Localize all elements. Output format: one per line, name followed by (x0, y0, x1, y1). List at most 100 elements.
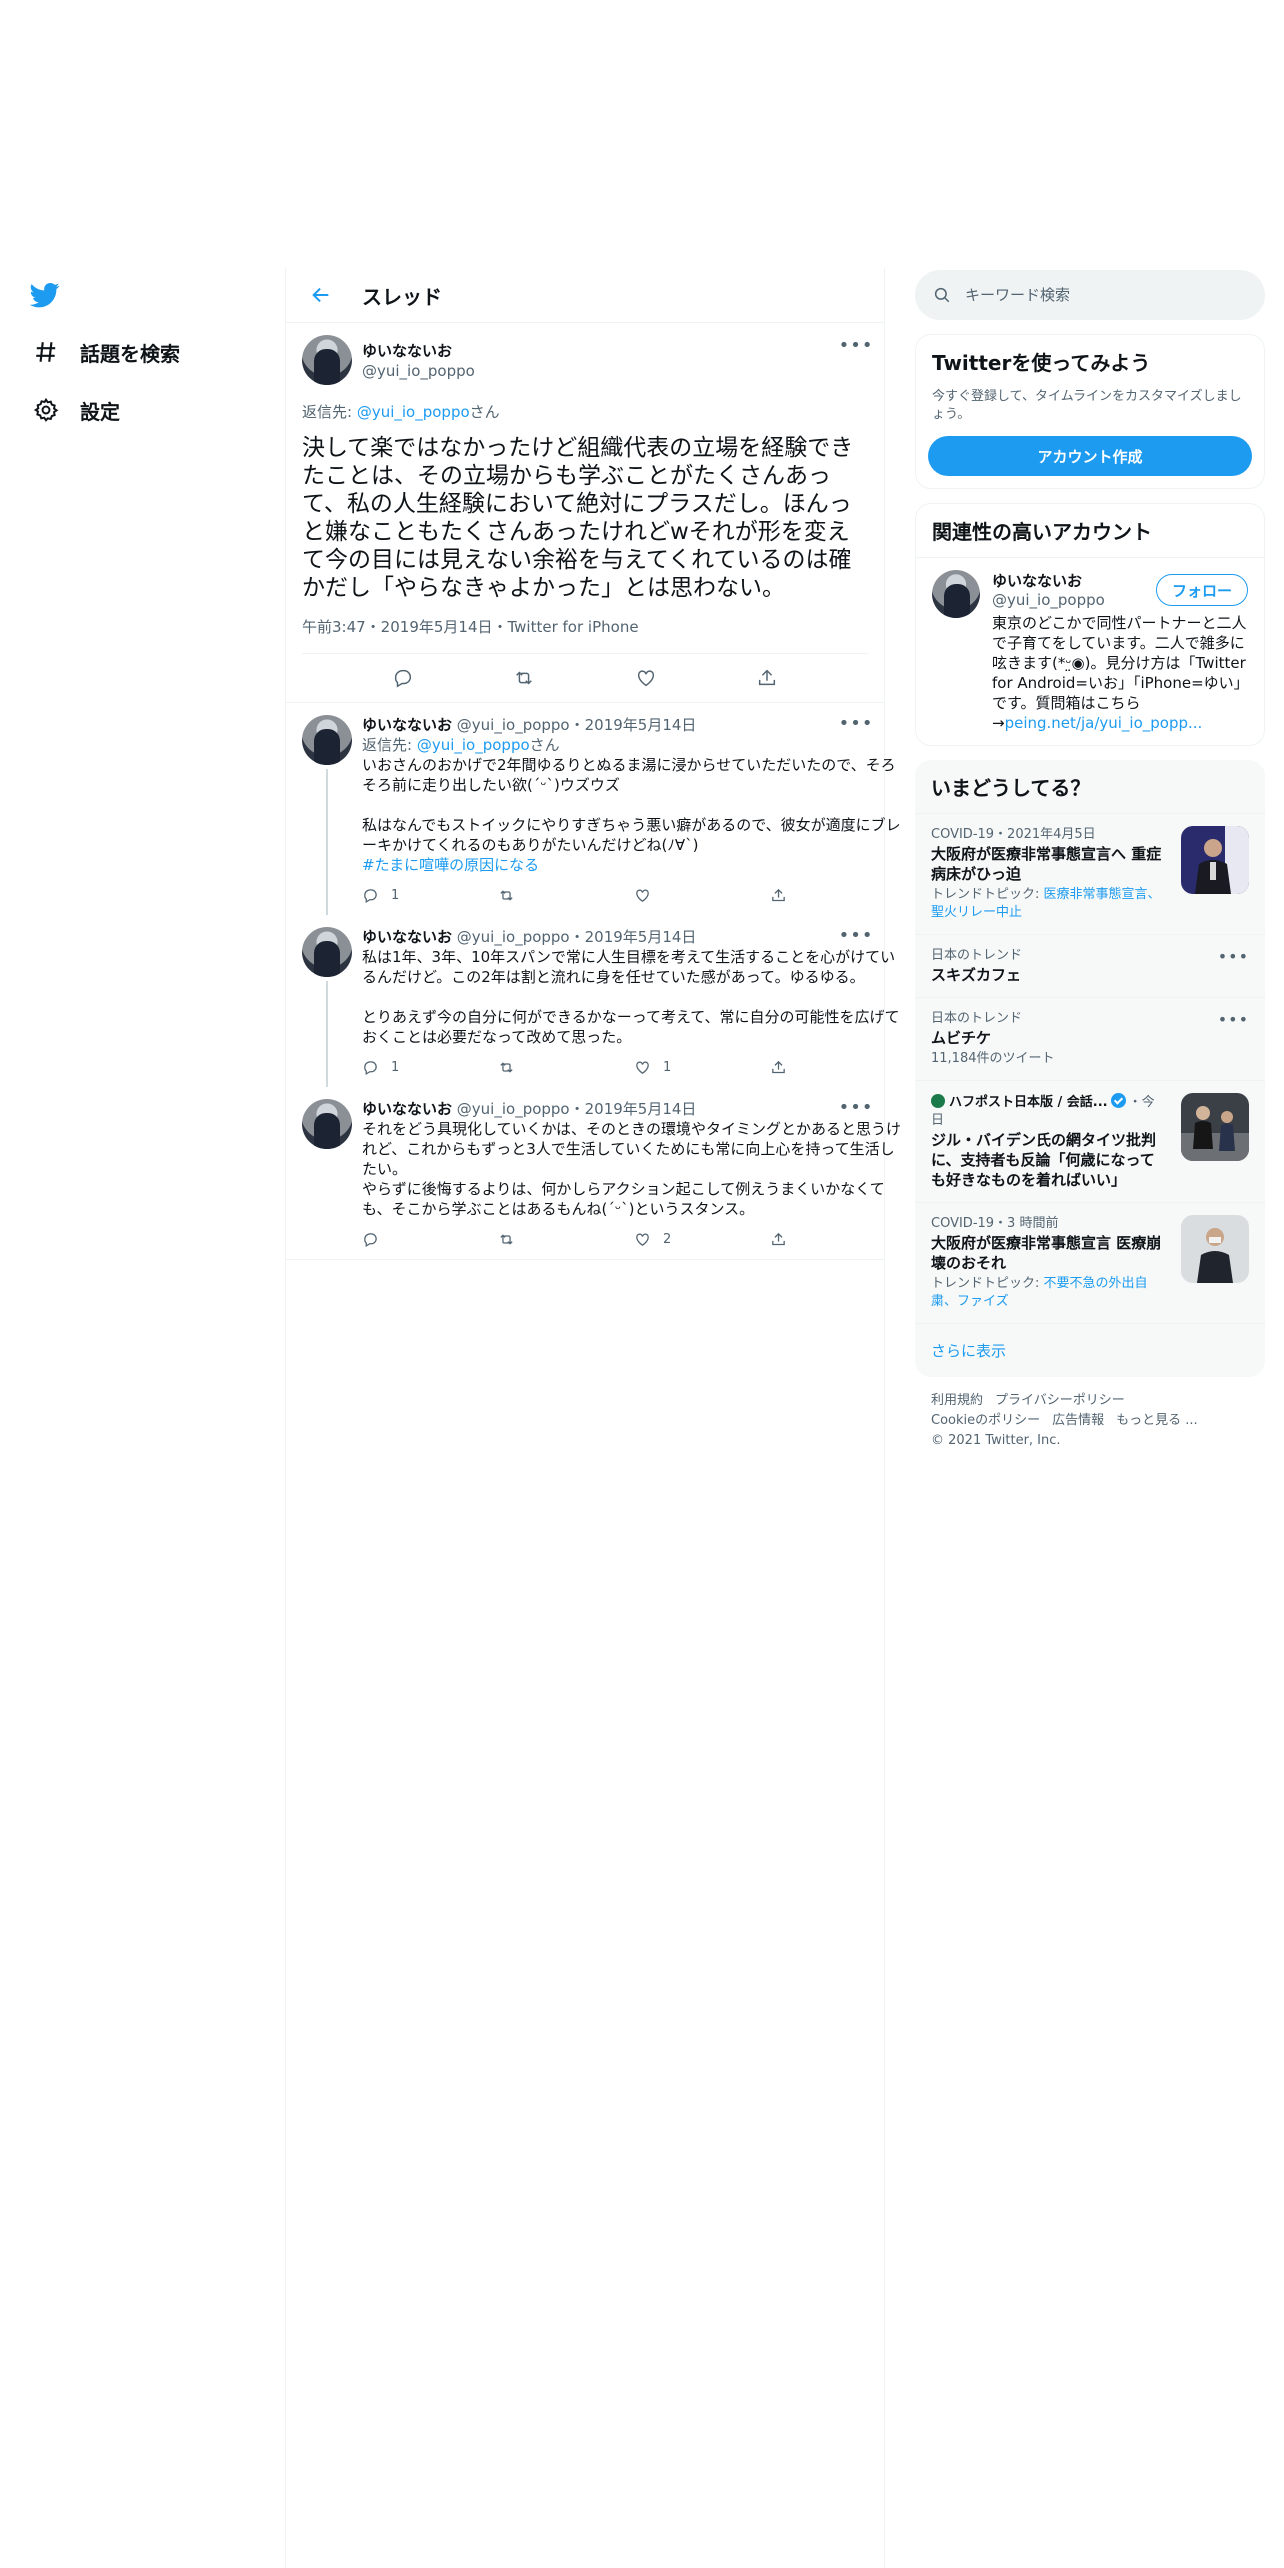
avatar[interactable] (302, 715, 352, 765)
more-options-icon[interactable]: ••• (839, 1097, 873, 1118)
nav-explore-label: 話題を検索 (80, 341, 180, 366)
share-icon (772, 888, 785, 901)
more-options-icon[interactable]: ••• (839, 713, 873, 734)
reply-to-suffix: さん (529, 736, 560, 754)
tweet-date[interactable]: ・2019年5月14日 (570, 716, 697, 734)
thread-header: スレッド (286, 268, 884, 323)
tweet-text: 私は1年、3年、10年スパンで常に人生目標を考えて生活することを心がけているんだ… (362, 948, 900, 1046)
like-icon[interactable] (635, 667, 657, 689)
footer-link-terms[interactable]: 利用規約 (931, 1393, 983, 1408)
main-tweet-text: 決して楽ではなかったけど組織代表の立場を経験できたことは、その立場からも学ぶこと… (302, 435, 854, 601)
footer-link-ads[interactable]: 広告情報 (1052, 1413, 1104, 1428)
trend-item[interactable]: 日本のトレンド スキズカフェ ••• (915, 934, 1265, 997)
twitter-logo-icon[interactable] (28, 280, 62, 310)
related-account[interactable]: ゆいなないお @yui_io_poppo 東京のどこかで同性パートナーと二人で子… (916, 557, 1264, 745)
nav-settings[interactable]: 設定 (32, 386, 120, 434)
show-more-link[interactable]: さらに表示 (915, 1323, 1265, 1377)
retweet-icon (500, 889, 513, 901)
trend-item[interactable]: COVID-19・3 時間前 大阪府が医療非常事態宣言 医療崩壊のおそれ トレン… (915, 1202, 1265, 1323)
more-options-icon[interactable]: ••• (839, 925, 873, 946)
reply-button[interactable]: 1 (362, 1059, 498, 1076)
avatar[interactable] (302, 927, 352, 977)
author-name[interactable]: ゆいなないお (362, 928, 452, 946)
hashtag-link[interactable]: #たまに喧嘩の原因になる (362, 855, 906, 875)
like-icon (636, 1061, 649, 1074)
signup-title: Twitterを使ってみよう (932, 351, 1151, 375)
trend-sub-prefix: トレンドトピック: (931, 887, 1044, 902)
trend-category: 日本のトレンド (931, 948, 1023, 963)
create-account-button[interactable]: アカウント作成 (928, 436, 1252, 476)
reply-icon (364, 888, 377, 903)
trend-thumbnail (1181, 826, 1249, 894)
retweet-icon[interactable] (513, 667, 535, 689)
more-options-icon[interactable]: ••• (1218, 1010, 1249, 1029)
tweet-actions: 1 (362, 875, 906, 915)
reply-tweet[interactable]: ゆいなないお @yui_io_poppo・2019年5月14日 返信先: @yu… (286, 703, 901, 915)
retweet-button[interactable] (498, 1231, 634, 1248)
tweet-actions: 1 1 (362, 1047, 906, 1087)
like-button[interactable]: 1 (634, 1059, 770, 1076)
nav-settings-label: 設定 (80, 399, 120, 424)
trend-sub: トレンドトピック: 不要不急の外出自粛、ファイズ (931, 1275, 1165, 1311)
trend-source: ハフポスト日本版 / 会話... (949, 1095, 1108, 1110)
verified-badge-icon (1110, 1093, 1126, 1108)
follow-button[interactable]: フォロー (1156, 574, 1248, 606)
reply-to-mention[interactable]: @yui_io_poppo (417, 736, 530, 754)
account-bio-link[interactable]: peing.net/ja/yui_io_popp... (1005, 714, 1203, 732)
trend-item[interactable]: 日本のトレンド ムビチケ 11,184件のツイート ••• (915, 997, 1265, 1080)
share-icon (772, 1232, 785, 1245)
trend-item[interactable]: COVID-19・2021年4月5日 大阪府が医療非常事態宣言へ 重症病床がひっ… (915, 813, 1265, 934)
trend-item[interactable]: ハフポスト日本版 / 会話... ・今日 ジル・バイデン氏の網タイツ批判に、支持者… (915, 1080, 1265, 1202)
tweet-date[interactable]: ・2019年5月14日 (570, 1100, 697, 1118)
author-handle[interactable]: @yui_io_poppo (457, 928, 570, 946)
author-handle[interactable]: @yui_io_poppo (362, 361, 475, 381)
trend-title: ジル・バイデン氏の網タイツ批判に、支持者も反論「何歳になっても好きなものを着れば… (931, 1131, 1157, 1189)
share-button[interactable] (770, 1231, 906, 1248)
avatar[interactable] (302, 335, 352, 385)
author-handle[interactable]: @yui_io_poppo (457, 1100, 570, 1118)
retweet-button[interactable] (498, 887, 634, 904)
reply-icon[interactable] (392, 667, 414, 689)
avatar[interactable] (302, 1099, 352, 1149)
author-name[interactable]: ゆいなないお (362, 716, 452, 734)
reply-tweet[interactable]: ゆいなないお @yui_io_poppo・2019年5月14日 それをどう具現化… (286, 1087, 901, 1259)
reply-header: ゆいなないお @yui_io_poppo・2019年5月14日 (362, 1099, 906, 1119)
footer-link-more[interactable]: もっと見る ... (1116, 1413, 1198, 1428)
share-button[interactable] (770, 1059, 906, 1076)
more-options-icon[interactable]: ••• (839, 335, 873, 356)
footer-link-privacy[interactable]: プライバシーポリシー (995, 1393, 1125, 1408)
like-count: 2 (663, 1231, 672, 1247)
more-options-icon[interactable]: ••• (1218, 947, 1249, 966)
retweet-button[interactable] (498, 1059, 634, 1076)
back-button[interactable] (304, 278, 338, 312)
nav-explore[interactable]: 話題を検索 (32, 328, 180, 376)
reply-button[interactable]: 1 (362, 887, 498, 904)
like-button[interactable]: 2 (634, 1231, 770, 1248)
trend-title: 大阪府が医療非常事態宣言 医療崩壊のおそれ (931, 1234, 1162, 1272)
reply-to-mention[interactable]: @yui_io_poppo (357, 403, 470, 421)
main-tweet-meta[interactable]: 午前3:47・2019年5月14日・Twitter for iPhone (302, 616, 868, 654)
trend-title: スキズカフェ (931, 966, 1022, 984)
share-icon[interactable] (756, 667, 778, 689)
reply-tweet[interactable]: ゆいなないお @yui_io_poppo・2019年5月14日 私は1年、3年、… (286, 915, 899, 1087)
author-name[interactable]: ゆいなないお (362, 1100, 452, 1118)
reply-to-suffix: さん (469, 403, 500, 421)
signup-card: Twitterを使ってみよう 今すぐ登録して、タイムラインをカスタマイズしましょ… (915, 334, 1265, 489)
author-name[interactable]: ゆいなないお (362, 341, 475, 361)
share-button[interactable] (770, 887, 906, 904)
footer-link-cookies[interactable]: Cookieのポリシー (931, 1413, 1040, 1428)
search-box[interactable] (915, 270, 1265, 320)
reply-count: 1 (391, 887, 400, 903)
avatar[interactable] (932, 570, 980, 618)
author-handle[interactable]: @yui_io_poppo (457, 716, 570, 734)
search-input[interactable] (965, 286, 1225, 304)
trend-title: 大阪府が医療非常事態宣言へ 重症病床がひっ迫 (931, 845, 1162, 883)
tweet-text: それをどう具現化していくかは、そのときの環境やタイミングとかあると思うけれど、こ… (362, 1120, 901, 1218)
like-icon (636, 1233, 649, 1246)
hashtag-icon (32, 338, 60, 366)
main-tweet-author: ゆいなないお @yui_io_poppo (302, 335, 868, 385)
like-button[interactable] (634, 887, 770, 904)
reply-button[interactable] (362, 1231, 498, 1248)
share-icon (772, 1060, 785, 1073)
tweet-date[interactable]: ・2019年5月14日 (570, 928, 697, 946)
